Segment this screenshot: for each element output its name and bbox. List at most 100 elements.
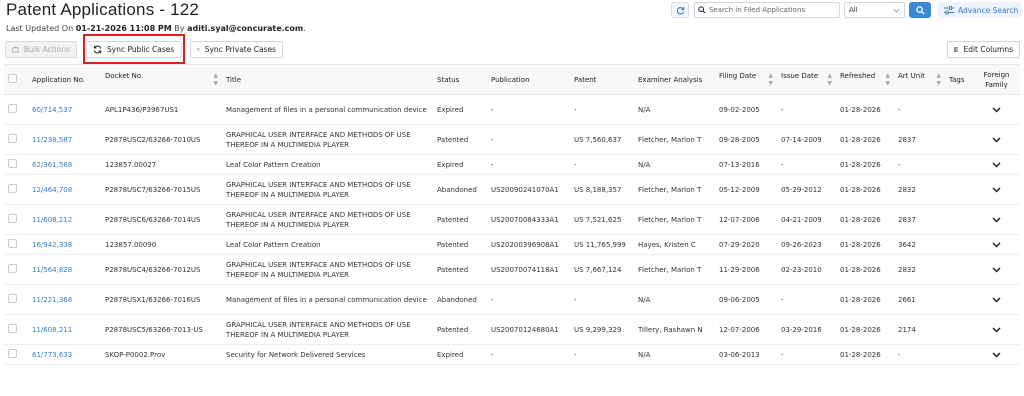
edit-columns-button[interactable]: Edit Columns [947,41,1020,58]
table-row[interactable]: 60/714,537 APL1P436/P3967US1 Management of… [4,94,1020,125]
row-select-cell[interactable] [4,314,28,345]
foreign-family-cell[interactable] [973,284,1020,315]
table-row[interactable]: 11/608,212 P2878USC6/63266-7014US GRAPHICA… [4,204,1020,235]
application-link[interactable]: 11/564,828 [32,266,72,274]
row-checkbox[interactable] [8,103,17,113]
table-row[interactable]: 12/464,708 P2878USC7/63266-7015US GRAPHICA… [4,174,1020,205]
search-box[interactable] [694,2,840,18]
col-patent[interactable]: Patent [570,64,634,95]
foreign-family-cell[interactable] [973,94,1020,125]
publication-cell: - [487,154,570,175]
row-checkbox[interactable] [8,293,17,303]
table-row[interactable]: 16/942,338 123857.00090 Leaf Color Pattern… [4,234,1020,255]
table-row[interactable]: 11/608,211 P2878USC5/63266-7013-US GRAPHIC… [4,314,1020,345]
col-title[interactable]: Title [222,64,433,95]
row-checkbox[interactable] [8,133,17,143]
foreign-family-cell[interactable] [973,344,1020,365]
patent-cell: US 7,521,625 [570,204,634,235]
application-link[interactable]: 11/608,212 [32,216,72,224]
search-button[interactable] [909,2,931,18]
row-select-cell[interactable] [4,174,28,205]
foreign-family-cell[interactable] [973,154,1020,175]
foreign-family-cell[interactable] [973,204,1020,235]
tags-cell [945,94,973,125]
row-select-cell[interactable] [4,204,28,235]
row-checkbox[interactable] [8,238,17,248]
sync-private-button[interactable]: Sync Private Cases [190,41,283,58]
row-checkbox[interactable] [8,183,17,193]
application-link[interactable]: 11/221,368 [32,296,72,304]
search-input[interactable] [706,4,836,16]
row-checkbox[interactable] [8,158,17,168]
chevron-down-icon[interactable] [992,266,1001,273]
sort-icon[interactable]: ▲ ▼ [936,72,941,88]
docket-cell: SKOP-P0002.Prov [101,344,222,365]
sort-icon[interactable]: ▲ ▼ [768,72,773,88]
col-refreshed[interactable]: Refreshed ▲ ▼ [836,64,894,95]
row-checkbox[interactable] [8,348,17,358]
chevron-down-icon[interactable] [992,326,1001,333]
row-checkbox[interactable] [8,263,17,273]
row-checkbox[interactable] [8,213,17,223]
refreshed-cell: 01-28-2026 [836,94,894,125]
sort-icon[interactable]: ▲ ▼ [213,72,218,88]
col-filing-date[interactable]: Filing Date ▲ ▼ [715,64,777,95]
col-refreshed-label: Refreshed [840,71,876,80]
chevron-down-icon[interactable] [992,296,1001,303]
application-link[interactable]: 16/942,338 [32,241,72,249]
row-select-cell[interactable] [4,124,28,155]
row-select-cell[interactable] [4,234,28,255]
col-status[interactable]: Status [433,64,487,95]
table-row[interactable]: 11/221,368 P2878USX1/63266-7016US Manageme… [4,284,1020,315]
row-checkbox[interactable] [8,323,17,333]
application-link[interactable]: 11/608,211 [32,326,72,334]
chevron-down-icon[interactable] [992,161,1001,168]
row-select-cell[interactable] [4,344,28,365]
col-tags[interactable]: Tags [945,64,973,95]
advance-search-button[interactable]: Advance Search [938,2,1022,18]
docket-cell: APL1P436/P3967US1 [101,94,222,125]
table-row[interactable]: 62/361,568 123857.00027 Leaf Color Pattern… [4,154,1020,175]
filter-select[interactable]: All [844,2,905,18]
foreign-family-cell[interactable] [973,124,1020,155]
application-link[interactable]: 60/714,537 [32,106,72,114]
filing-date-cell: 07-13-2016 [715,154,777,175]
app-number-cell: 11/608,211 [28,314,101,345]
refresh-button[interactable] [671,2,689,18]
foreign-family-cell[interactable] [973,234,1020,255]
chevron-down-icon[interactable] [992,241,1001,248]
chevron-down-icon[interactable] [992,351,1001,358]
application-link[interactable]: 11/238,587 [32,136,72,144]
chevron-down-icon[interactable] [992,216,1001,223]
col-publication[interactable]: Publication [487,64,570,95]
col-art-unit[interactable]: Art Unit ▲ ▼ [894,64,945,95]
row-select-cell[interactable] [4,94,28,125]
col-docket-no[interactable]: Docket No. ▲ ▼ [101,64,222,95]
col-examiner-analysis[interactable]: Examiner Analysis [634,64,715,95]
col-application-no[interactable]: Application No. [28,64,101,95]
sort-icon[interactable]: ▲ ▼ [885,72,890,88]
application-link[interactable]: 61/773,633 [32,351,72,359]
row-select-cell[interactable] [4,154,28,175]
app-number-cell: 11/221,368 [28,284,101,315]
foreign-family-cell[interactable] [973,174,1020,205]
col-issue-date[interactable]: Issue Date ▲ ▼ [777,64,836,95]
row-select-cell[interactable] [4,284,28,315]
chevron-down-icon[interactable] [992,186,1001,193]
foreign-family-cell[interactable] [973,254,1020,285]
table-row[interactable]: 11/564,828 P2878USC4/63266-7012US GRAPHICA… [4,254,1020,285]
foreign-family-cell[interactable] [973,314,1020,345]
select-all-checkbox[interactable] [8,74,17,83]
chevron-down-icon[interactable] [992,106,1001,113]
row-select-cell[interactable] [4,254,28,285]
col-foreign-family[interactable]: Foreign Family [973,64,1020,95]
sort-icon[interactable]: ▲ ▼ [827,72,832,88]
table-row[interactable]: 61/773,633 SKOP-P0002.Prov Security for Ne… [4,344,1020,365]
application-link[interactable]: 12/464,708 [32,186,72,194]
bulk-actions-button[interactable]: Bulk Actions [5,41,77,58]
art-unit-cell: 2832 [894,174,945,205]
chevron-down-icon[interactable] [992,136,1001,143]
table-row[interactable]: 11/238,587 P2878USC2/63266-7010US GRAPHICA… [4,124,1020,155]
application-link[interactable]: 62/361,568 [32,161,72,169]
select-all-cell[interactable] [4,64,28,95]
